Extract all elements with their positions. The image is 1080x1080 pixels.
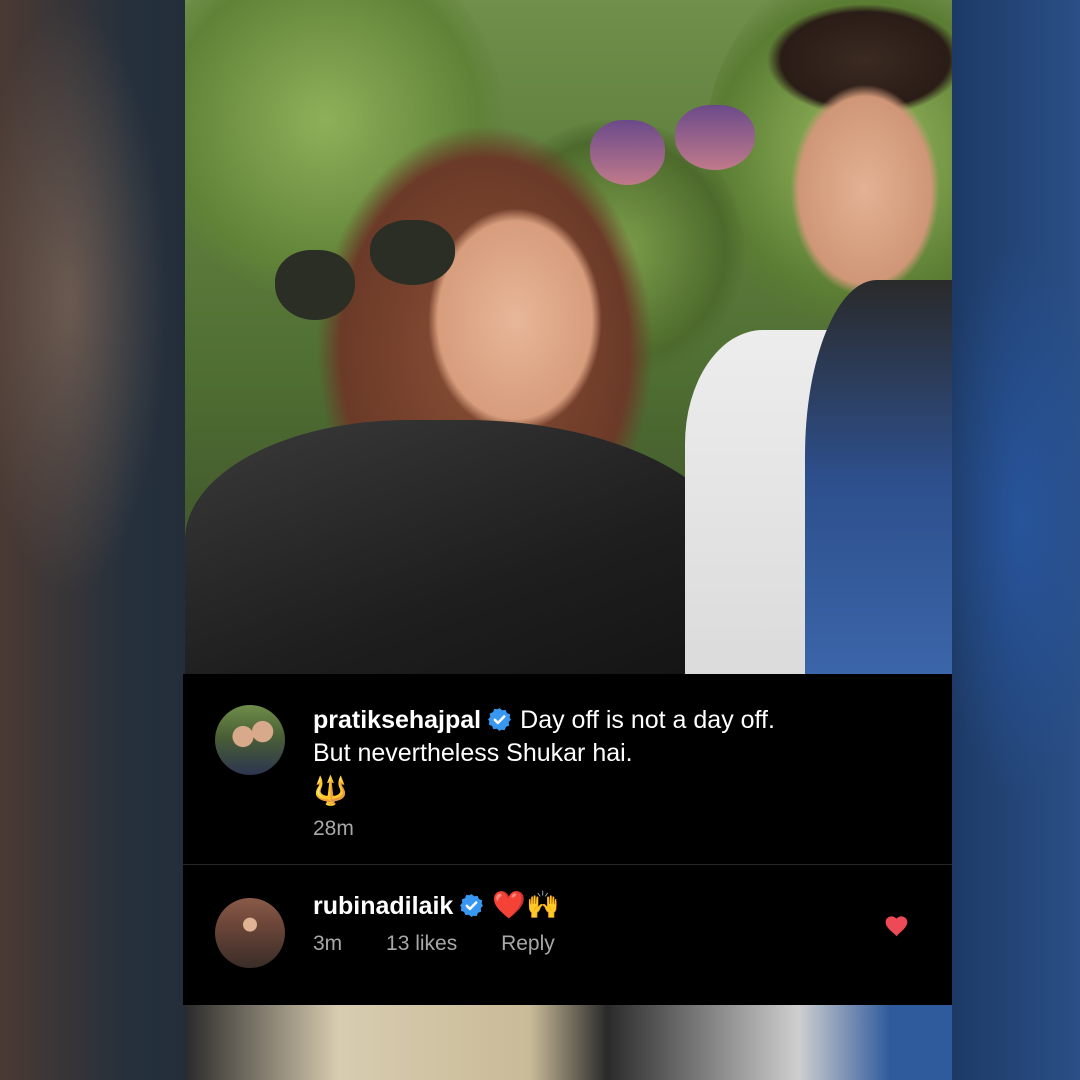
avatar[interactable] [215,705,285,775]
comment-text: Day off is not a day off. [520,706,775,734]
raised-hands-emoji: 🙌 [525,890,560,921]
comment-body: rubinadilaik ❤️🙌 3m 13 likes Reply [313,887,922,956]
trident-emoji: 🔱 [313,774,348,807]
sunglasses-lens [370,220,455,285]
comment-meta: 28m [313,817,922,841]
comment-section: pratiksehajpal Day off is not a day off. … [183,674,952,1005]
comment-line: rubinadilaik ❤️🙌 [313,887,922,924]
comment-meta: 3m 13 likes Reply [313,932,922,956]
comment-line: pratiksehajpal Day off is not a day off. [313,704,922,737]
comment-body: pratiksehajpal Day off is not a day off. … [313,704,922,841]
denim-jacket [805,280,952,720]
reply-button[interactable]: Reply [501,932,555,955]
heart-icon[interactable] [884,913,910,937]
sunglasses-lens [675,105,755,170]
photo-bottom-strip [185,1005,952,1080]
username[interactable]: pratiksehajpal [313,706,481,734]
avatar[interactable] [215,898,285,968]
comment-time: 3m [313,932,343,955]
heart-emoji: ❤️ [492,890,526,921]
sunglasses-lens [275,250,355,320]
verified-badge-icon [460,894,484,917]
comment-time: 28m [313,817,354,840]
username[interactable]: rubinadilaik [313,892,453,920]
like-count[interactable]: 13 likes [386,932,457,955]
comment-text-line-2: But nevertheless Shukar hai. [313,739,633,767]
comment-item: pratiksehajpal Day off is not a day off. … [183,674,952,865]
sunglasses-lens [590,120,665,185]
verified-badge-icon [488,708,512,731]
comment-item: rubinadilaik ❤️🙌 3m 13 likes Reply [183,865,952,1005]
